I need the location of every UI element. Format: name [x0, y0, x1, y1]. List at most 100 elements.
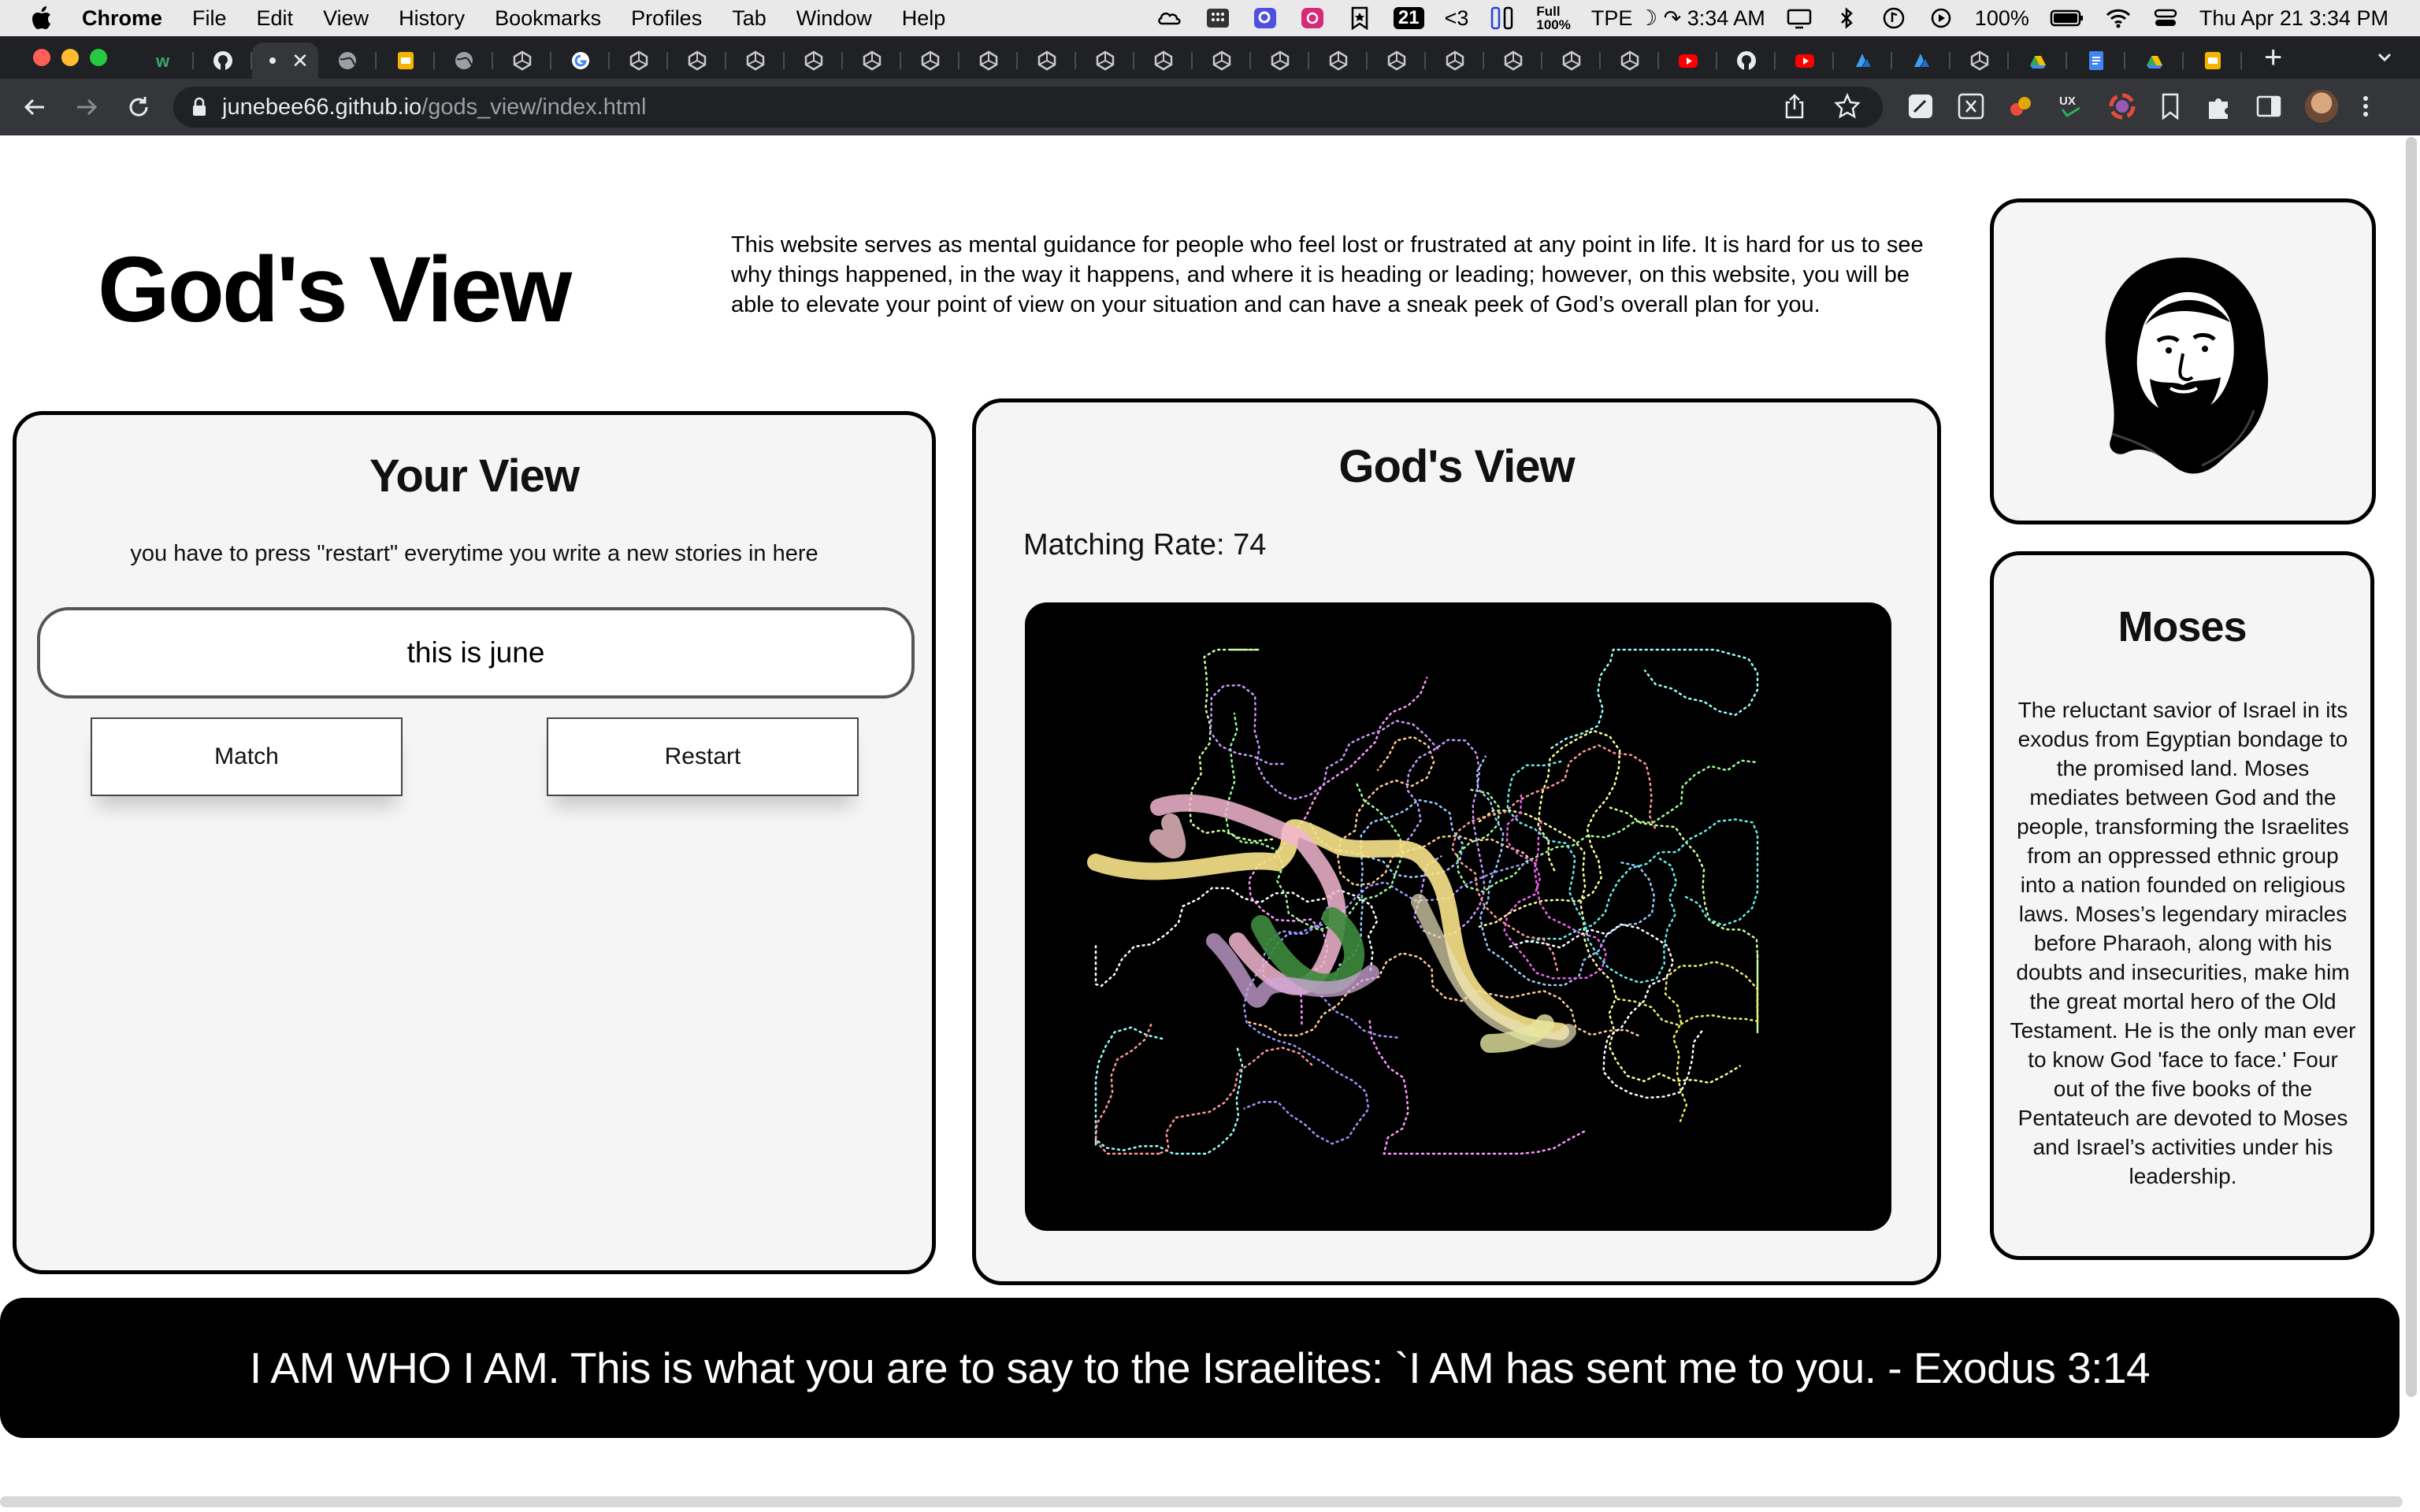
browser-tab[interactable] [2125, 43, 2184, 79]
browser-tab[interactable] [551, 43, 610, 79]
browser-tab[interactable] [1076, 43, 1134, 79]
menu-file[interactable]: File [192, 6, 227, 31]
menu-edit[interactable]: Edit [257, 6, 294, 31]
control-center-icon[interactable] [2152, 6, 2179, 30]
puzzle-extensions-icon[interactable] [2204, 92, 2233, 120]
menu-profiles[interactable]: Profiles [631, 6, 702, 31]
browser-tab[interactable] [1484, 43, 1542, 79]
unity-icon [1327, 50, 1349, 72]
grid-apps-icon[interactable] [1204, 6, 1231, 30]
browser-tab[interactable] [2184, 43, 2242, 79]
bookmark-icon[interactable] [2158, 92, 2182, 120]
browser-tab[interactable] [493, 43, 551, 79]
browser-tab[interactable] [1368, 43, 1426, 79]
browser-tab[interactable] [843, 43, 901, 79]
browser-tab[interactable] [1309, 43, 1368, 79]
thin-dotted-line [1456, 759, 1759, 893]
google-icon [570, 50, 592, 72]
browser-tab[interactable] [668, 43, 726, 79]
reload-button[interactable] [121, 90, 156, 124]
tab-search-icon[interactable] [2373, 46, 2396, 69]
extension-ux-icon[interactable]: UX [2058, 92, 2086, 120]
browser-tab[interactable] [1659, 43, 1717, 79]
browser-tab[interactable] [1426, 43, 1484, 79]
browser-tab[interactable] [1601, 43, 1659, 79]
bookmark-star-icon[interactable] [1346, 6, 1373, 30]
browser-tab[interactable] [1018, 43, 1076, 79]
menu-bar-status-area: 21 <3 Full 100% TPE ☽ ↷ 3:34 AM 100% Thu … [1137, 0, 2388, 36]
menu-history[interactable]: History [399, 6, 465, 31]
apple-menu-icon[interactable] [32, 6, 52, 30]
browser-tab[interactable] [901, 43, 959, 79]
slides-icon [395, 50, 417, 72]
bluetooth-icon[interactable] [1833, 6, 1860, 30]
address-bar[interactable]: junebee66.github.io/gods_view/index.html [173, 87, 1883, 128]
browser-tab[interactable] [1251, 43, 1309, 79]
browser-tab[interactable] [1542, 43, 1601, 79]
browser-tab[interactable]: ✕ [252, 43, 318, 79]
world-clock-tpe[interactable]: TPE ☽ ↷ 3:34 AM [1591, 6, 1765, 31]
browser-tab[interactable] [2009, 43, 2067, 79]
cloud-sync-icon[interactable] [1157, 6, 1184, 30]
forward-button[interactable] [69, 90, 104, 124]
browser-tab[interactable] [2067, 43, 2125, 79]
extension-colorwheel-icon[interactable] [2108, 92, 2136, 120]
gods-view-canvas[interactable] [1025, 602, 1891, 1231]
horizontal-scrollbar[interactable] [0, 1496, 2403, 1507]
browser-tab[interactable] [318, 43, 377, 79]
matching-rate-value: 74 [1233, 528, 1267, 561]
maximize-window-button[interactable] [90, 49, 107, 66]
match-button[interactable]: Match [91, 717, 403, 796]
menu-app-chrome[interactable]: Chrome [82, 6, 162, 31]
browser-tab[interactable] [194, 43, 252, 79]
play-icon[interactable] [1928, 6, 1954, 30]
browser-tab[interactable] [1717, 43, 1776, 79]
share-icon[interactable] [1782, 93, 1807, 120]
tpe-time: 3:34 AM [1687, 6, 1765, 30]
browser-tab[interactable] [1892, 43, 1950, 79]
more-menu-icon[interactable] [2360, 92, 2371, 120]
browser-tab[interactable] [1193, 43, 1251, 79]
story-input[interactable] [37, 607, 915, 699]
browser-tab[interactable] [959, 43, 1018, 79]
browser-tab[interactable] [435, 43, 493, 79]
music-icon[interactable] [1880, 6, 1907, 30]
browser-tab[interactable] [1776, 43, 1834, 79]
youtube-icon [1677, 50, 1699, 72]
extension-color-icon[interactable] [2007, 92, 2036, 120]
thin-dotted-line [1094, 1026, 1244, 1155]
extension-edit-icon[interactable] [1906, 92, 1935, 120]
lock-icon[interactable] [192, 97, 206, 117]
profile-avatar[interactable] [2305, 90, 2338, 123]
wifi-icon[interactable] [2105, 6, 2132, 30]
browser-tab[interactable]: w [135, 43, 194, 79]
browser-tab[interactable] [785, 43, 843, 79]
search-app-icon[interactable] [1252, 6, 1279, 30]
new-tab-button[interactable]: + [2264, 42, 2282, 73]
restart-button[interactable]: Restart [547, 717, 859, 796]
display-icon[interactable] [1786, 6, 1813, 30]
menu-view[interactable]: View [323, 6, 369, 31]
menu-help[interactable]: Help [902, 6, 946, 31]
menu-window[interactable]: Window [796, 6, 872, 31]
close-window-button[interactable] [33, 49, 50, 66]
vertical-scrollbar[interactable] [2406, 137, 2417, 1397]
browser-tab[interactable] [377, 43, 435, 79]
instagram-icon[interactable] [1299, 6, 1326, 30]
side-panel-icon[interactable] [2255, 92, 2283, 120]
bookmark-star-icon[interactable] [1834, 93, 1861, 120]
browser-tab[interactable] [1834, 43, 1892, 79]
minimize-window-button[interactable] [61, 49, 79, 66]
notification-count-badge[interactable]: 21 [1393, 7, 1424, 29]
browser-tab[interactable] [1134, 43, 1193, 79]
menu-bookmarks[interactable]: Bookmarks [495, 6, 601, 31]
browser-tab[interactable] [726, 43, 785, 79]
back-button[interactable] [17, 90, 52, 124]
menu-tab[interactable]: Tab [732, 6, 766, 31]
extension-x-icon[interactable] [1957, 92, 1985, 120]
close-tab-icon[interactable]: ✕ [291, 49, 309, 73]
browser-tab[interactable] [610, 43, 668, 79]
battery-charging-icon[interactable] [2050, 6, 2084, 30]
date-time[interactable]: Thu Apr 21 3:34 PM [2199, 6, 2388, 31]
browser-tab[interactable] [1950, 43, 2009, 79]
